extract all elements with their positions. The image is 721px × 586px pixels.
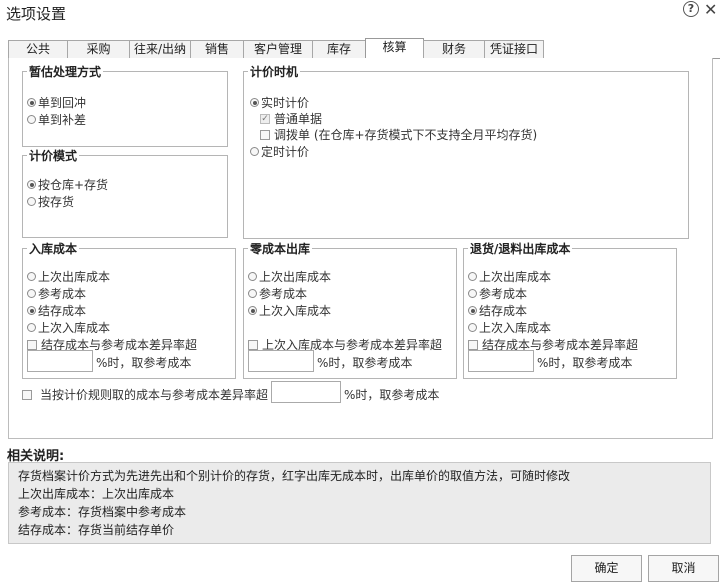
- tab-transactions[interactable]: 往来/出纳: [129, 40, 191, 58]
- global-rule-suffix: %时，取参考成本: [344, 388, 440, 402]
- inbound-option-label: 上次入库成本: [38, 321, 111, 335]
- normal-doc-label: 普通单据: [274, 112, 323, 126]
- description-line: 上次出库成本：上次出库成本: [18, 487, 175, 501]
- radio[interactable]: [27, 197, 36, 206]
- pricing-mode-option-1[interactable]: 按仓库+存货: [27, 176, 108, 193]
- normal-doc-check: ✓ 普通单据: [260, 110, 322, 127]
- return-diff-input[interactable]: [468, 350, 534, 372]
- radio[interactable]: [468, 272, 477, 281]
- radio[interactable]: [27, 115, 36, 124]
- return-option-label: 上次入库成本: [479, 321, 552, 335]
- return-cost-legend: 退货/退料出库成本: [470, 242, 571, 256]
- description-line: 结存成本：存货当前结存单价: [18, 523, 175, 537]
- zero-option-label: 参考成本: [259, 287, 308, 301]
- return-option-label: 上次出库成本: [479, 270, 552, 284]
- radio-selected[interactable]: [27, 180, 36, 189]
- pricing-mode-option-label: 按仓库+存货: [38, 178, 109, 192]
- return-option-3[interactable]: 结存成本: [468, 302, 527, 319]
- zero-option-label: 上次入库成本: [259, 304, 332, 318]
- dialog-title: 选项设置: [6, 5, 67, 23]
- inbound-cost-legend: 入库成本: [29, 242, 78, 256]
- radio-selected[interactable]: [250, 98, 259, 107]
- return-option-label: 结存成本: [479, 304, 528, 318]
- global-rule-check[interactable]: 当按计价规则取的成本与参考成本差异率超: [22, 386, 268, 403]
- radio[interactable]: [27, 272, 36, 281]
- pricing-mode-legend: 计价模式: [29, 149, 78, 163]
- radio-selected[interactable]: [27, 98, 36, 107]
- return-option-1[interactable]: 上次出库成本: [468, 268, 551, 285]
- radio-selected[interactable]: [468, 306, 477, 315]
- estimate-option-2[interactable]: 单到补差: [27, 111, 86, 128]
- radio[interactable]: [27, 289, 36, 298]
- ok-button[interactable]: 确定: [571, 555, 642, 582]
- zero-diff-suffix: %时，取参考成本: [317, 356, 413, 370]
- estimate-option-label: 单到补差: [38, 113, 87, 127]
- tab-purchase[interactable]: 采购: [67, 40, 130, 58]
- estimate-legend: 暂估处理方式: [29, 65, 102, 79]
- pricing-mode-option-label: 按存货: [38, 195, 75, 209]
- radio-selected[interactable]: [248, 306, 257, 315]
- zero-option-1[interactable]: 上次出库成本: [248, 268, 331, 285]
- return-diff-suffix: %时，取参考成本: [537, 356, 633, 370]
- zero-diff-input[interactable]: [248, 350, 314, 372]
- tab-public[interactable]: 公共: [8, 40, 68, 58]
- radio[interactable]: [248, 272, 257, 281]
- close-icon[interactable]: ✕: [704, 0, 717, 19]
- inbound-diff-input[interactable]: [27, 350, 93, 372]
- radio[interactable]: [250, 147, 259, 156]
- return-option-2[interactable]: 参考成本: [468, 285, 527, 302]
- radio[interactable]: [248, 289, 257, 298]
- radio[interactable]: [468, 289, 477, 298]
- pricing-time-legend: 计价时机: [250, 65, 299, 79]
- estimate-option-label: 单到回冲: [38, 96, 87, 110]
- transfer-doc-check[interactable]: 调拨单 (在仓库+存货模式下不支持全月平均存货): [260, 126, 537, 143]
- zero-option-label: 上次出库成本: [259, 270, 332, 284]
- pricing-realtime[interactable]: 实时计价: [250, 94, 309, 111]
- tab-sales[interactable]: 销售: [190, 40, 244, 58]
- inbound-diff-suffix: %时，取参考成本: [96, 356, 192, 370]
- tab-finance[interactable]: 财务: [423, 40, 485, 58]
- tab-voucher-interface[interactable]: 凭证接口: [484, 40, 544, 58]
- zero-option-3[interactable]: 上次入库成本: [248, 302, 331, 319]
- radio[interactable]: [27, 323, 36, 332]
- inbound-option-2[interactable]: 参考成本: [27, 285, 86, 302]
- checkbox-checked-disabled: ✓: [260, 113, 270, 124]
- pricing-scheduled-label: 定时计价: [261, 145, 310, 159]
- checkbox[interactable]: [260, 129, 270, 140]
- zero-cost-legend: 零成本出库: [250, 242, 311, 256]
- pricing-time-group: 计价时机: [243, 63, 689, 239]
- help-icon[interactable]: ?: [683, 1, 699, 17]
- pricing-realtime-label: 实时计价: [261, 96, 310, 110]
- zero-option-2[interactable]: 参考成本: [248, 285, 307, 302]
- radio[interactable]: [468, 323, 477, 332]
- description-line: 参考成本：存货档案中参考成本: [18, 505, 187, 519]
- description-line: 存货档案计价方式为先进先出和个别计价的存货，红字出库无成本时，出库单价的取值方法…: [18, 469, 571, 483]
- tab-customer[interactable]: 客户管理: [243, 40, 313, 58]
- inbound-option-1[interactable]: 上次出库成本: [27, 268, 110, 285]
- checkbox[interactable]: [27, 339, 37, 350]
- checkbox[interactable]: [468, 339, 478, 350]
- transfer-doc-label: 调拨单 (在仓库+存货模式下不支持全月平均存货): [274, 128, 538, 142]
- tab-accounting[interactable]: 核算: [365, 38, 424, 58]
- estimate-option-1[interactable]: 单到回冲: [27, 94, 86, 111]
- pricing-mode-option-2[interactable]: 按存货: [27, 193, 74, 210]
- radio-selected[interactable]: [27, 306, 36, 315]
- global-rule-label: 当按计价规则取的成本与参考成本差异率超: [40, 388, 269, 402]
- cancel-button[interactable]: 取消: [648, 555, 719, 582]
- inbound-option-label: 结存成本: [38, 304, 87, 318]
- tab-inventory[interactable]: 库存: [312, 40, 366, 58]
- description-box: 存货档案计价方式为先进先出和个别计价的存货，红字出库无成本时，出库单价的取值方法…: [8, 462, 711, 544]
- inbound-option-4[interactable]: 上次入库成本: [27, 319, 110, 336]
- pricing-scheduled[interactable]: 定时计价: [250, 143, 309, 160]
- inbound-option-3[interactable]: 结存成本: [27, 302, 86, 319]
- global-rule-input[interactable]: [271, 381, 341, 403]
- inbound-option-label: 参考成本: [38, 287, 87, 301]
- checkbox[interactable]: [248, 339, 258, 350]
- checkbox[interactable]: [22, 389, 32, 400]
- return-option-label: 参考成本: [479, 287, 528, 301]
- return-option-4[interactable]: 上次入库成本: [468, 319, 551, 336]
- inbound-option-label: 上次出库成本: [38, 270, 111, 284]
